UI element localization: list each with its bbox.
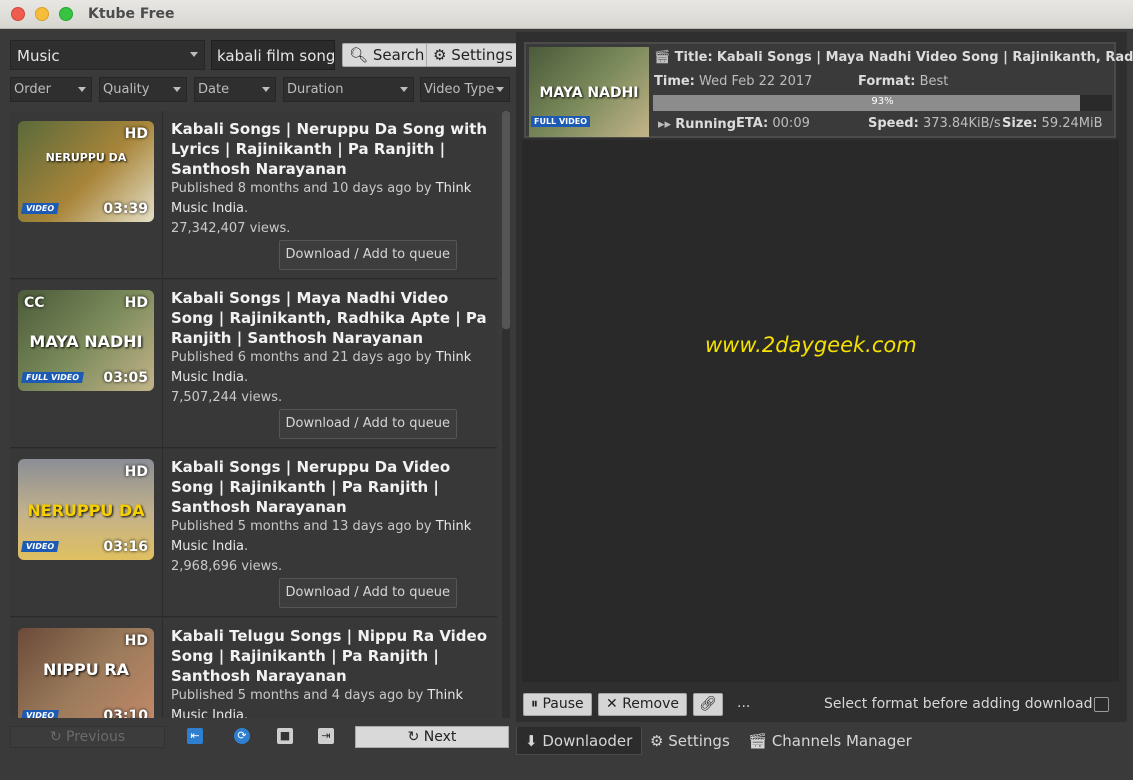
result-views: 7,507,244 views. bbox=[171, 390, 283, 405]
video-thumbnail[interactable]: HD NERUPPU DA VIDEO 03:16 bbox=[18, 459, 154, 560]
download-eta: ETA: 00:09 bbox=[736, 116, 810, 131]
duration-filter[interactable]: Duration bbox=[283, 77, 414, 102]
results-scrollbar-thumb[interactable] bbox=[502, 111, 510, 329]
download-item[interactable]: MAYA NADHI FULL VIDEO 🎬︎ Title: Kabali S… bbox=[524, 42, 1133, 138]
download-add-queue-button[interactable]: Download / Add to queue bbox=[278, 240, 457, 270]
chevron-down-icon bbox=[496, 87, 504, 92]
result-title[interactable]: Kabali Telugu Songs | Nippu Ra Video Son… bbox=[171, 626, 491, 686]
reload-icon[interactable]: ⟳ bbox=[234, 728, 250, 744]
result-title[interactable]: Kabali Songs | Maya Nadhi Video Song | R… bbox=[171, 288, 491, 348]
result-info: Kabali Songs | Neruppu Da Video Song | R… bbox=[171, 457, 491, 577]
list-item[interactable]: HD NIPPU RA VIDEO 03:10 Kabali Telugu So… bbox=[10, 618, 497, 718]
pause-icon: ⏸︎ bbox=[531, 696, 538, 712]
list-item[interactable]: HD NERUPPU DA VIDEO 03:16 Kabali Songs |… bbox=[10, 449, 497, 617]
chevron-down-icon bbox=[173, 87, 181, 92]
previous-button[interactable]: ↻ Previous bbox=[10, 726, 165, 748]
close-window-button[interactable] bbox=[11, 7, 25, 21]
first-page-icon[interactable]: ⇤ bbox=[187, 728, 203, 744]
clapperboard-icon: 🎬︎ bbox=[654, 50, 671, 65]
refresh-icon: ↻ bbox=[407, 729, 420, 745]
download-add-queue-button[interactable]: Download / Add to queue bbox=[278, 578, 457, 608]
maximize-window-button[interactable] bbox=[59, 7, 73, 21]
chevron-down-icon bbox=[262, 87, 270, 92]
download-thumbnail: MAYA NADHI FULL VIDEO bbox=[529, 47, 649, 137]
next-button[interactable]: ↻ Next bbox=[355, 726, 509, 748]
tab-downloader[interactable]: ⬇ Downlaoder bbox=[516, 727, 642, 755]
copy-link-button[interactable]: 🔗︎ bbox=[693, 693, 723, 716]
thumbnail-cell: HD NIPPU RA VIDEO 03:10 bbox=[10, 618, 163, 718]
thumbnail-cell: CC HD MAYA NADHI FULL VIDEO 03:05 bbox=[10, 280, 163, 448]
results-list[interactable]: NERUPPU DA HD VIDEO 03:39 Kabali Songs |… bbox=[10, 111, 497, 718]
search-icon: 🔍︎ bbox=[349, 46, 369, 64]
tab-channels-manager[interactable]: 🎬︎ Channels Manager bbox=[740, 727, 920, 755]
more-button[interactable]: ... bbox=[737, 695, 750, 711]
date-filter[interactable]: Date bbox=[194, 77, 276, 102]
video-thumbnail[interactable]: CC HD MAYA NADHI FULL VIDEO 03:05 bbox=[18, 290, 154, 391]
video-thumbnail[interactable]: NERUPPU DA HD VIDEO 03:39 bbox=[18, 121, 154, 222]
watermark: www.2daygeek.com bbox=[705, 333, 917, 357]
remove-button[interactable]: ✕ Remove bbox=[598, 693, 688, 716]
chevron-down-icon bbox=[78, 87, 86, 92]
search-button[interactable]: 🔍︎ Search bbox=[342, 43, 432, 67]
settings-button[interactable]: ⚙ Settings bbox=[426, 43, 520, 67]
download-speed: Speed: 373.84KiB/s bbox=[868, 116, 1001, 131]
clapperboard-icon: 🎬︎ bbox=[748, 732, 768, 750]
quality-filter[interactable]: Quality bbox=[99, 77, 187, 102]
download-icon: ⬇ bbox=[525, 732, 538, 750]
download-title-row: 🎬︎ Title: Kabali Songs | Maya Nadhi Vide… bbox=[654, 50, 1133, 65]
result-views: 2,968,696 views. bbox=[171, 559, 283, 574]
minimize-window-button[interactable] bbox=[35, 7, 49, 21]
download-format-row: Format: Best bbox=[858, 74, 949, 89]
chevron-down-icon bbox=[190, 52, 198, 57]
result-published: Published 5 months and 13 days ago by Th… bbox=[171, 519, 472, 554]
result-published: Published 8 months and 10 days ago by Th… bbox=[171, 181, 472, 216]
category-value: Music bbox=[17, 47, 60, 65]
refresh-icon: ↻ bbox=[49, 729, 62, 745]
download-progress-bar: 93% bbox=[653, 95, 1112, 111]
result-published: Published 5 months and 4 days ago by Thi… bbox=[171, 688, 463, 718]
download-queue[interactable] bbox=[522, 140, 1119, 682]
pause-button[interactable]: ⏸︎ Pause bbox=[523, 693, 592, 716]
format-before-label: Select format before adding download bbox=[824, 696, 1093, 712]
gear-icon: ⚙ bbox=[433, 46, 447, 64]
play-icon: ▸▸ bbox=[658, 117, 672, 132]
order-filter[interactable]: Order bbox=[10, 77, 92, 102]
gear-icon: ⚙ bbox=[650, 732, 664, 750]
window-title: Ktube Free bbox=[88, 6, 175, 22]
result-title[interactable]: Kabali Songs | Neruppu Da Song with Lyri… bbox=[171, 119, 491, 179]
last-page-icon[interactable]: ⇥ bbox=[318, 728, 334, 744]
download-add-queue-button[interactable]: Download / Add to queue bbox=[278, 409, 457, 439]
video-thumbnail[interactable]: HD NIPPU RA VIDEO 03:10 bbox=[18, 628, 154, 718]
thumbnail-cell: NERUPPU DA HD VIDEO 03:39 bbox=[10, 111, 163, 279]
result-published: Published 6 months and 21 days ago by Th… bbox=[171, 350, 472, 385]
result-info: Kabali Telugu Songs | Nippu Ra Video Son… bbox=[171, 626, 491, 718]
category-select[interactable]: Music bbox=[10, 40, 205, 70]
tab-settings[interactable]: ⚙ Settings bbox=[642, 727, 738, 755]
download-time-row: Time: Wed Feb 22 2017 bbox=[654, 74, 813, 89]
search-input[interactable]: kabali film songs bbox=[211, 40, 335, 70]
chevron-down-icon bbox=[400, 87, 408, 92]
format-before-checkbox[interactable] bbox=[1094, 697, 1109, 712]
download-status: ▸▸ Running bbox=[658, 117, 736, 132]
thumbnail-cell: HD NERUPPU DA VIDEO 03:16 bbox=[10, 449, 163, 617]
stop-icon[interactable]: ■ bbox=[277, 728, 293, 744]
link-icon: 🔗︎ bbox=[699, 696, 717, 712]
close-icon: ✕ bbox=[606, 696, 618, 712]
video-type-filter[interactable]: Video Type bbox=[420, 77, 510, 102]
result-views: 27,342,407 views. bbox=[171, 221, 291, 236]
result-info: Kabali Songs | Neruppu Da Song with Lyri… bbox=[171, 119, 491, 239]
result-info: Kabali Songs | Maya Nadhi Video Song | R… bbox=[171, 288, 491, 408]
result-title[interactable]: Kabali Songs | Neruppu Da Video Song | R… bbox=[171, 457, 491, 517]
title-bar: Ktube Free bbox=[0, 0, 1133, 29]
download-size: Size: 59.24MiB bbox=[1002, 116, 1103, 131]
list-item[interactable]: NERUPPU DA HD VIDEO 03:39 Kabali Songs |… bbox=[10, 111, 497, 279]
list-item[interactable]: CC HD MAYA NADHI FULL VIDEO 03:05 Kabali… bbox=[10, 280, 497, 448]
